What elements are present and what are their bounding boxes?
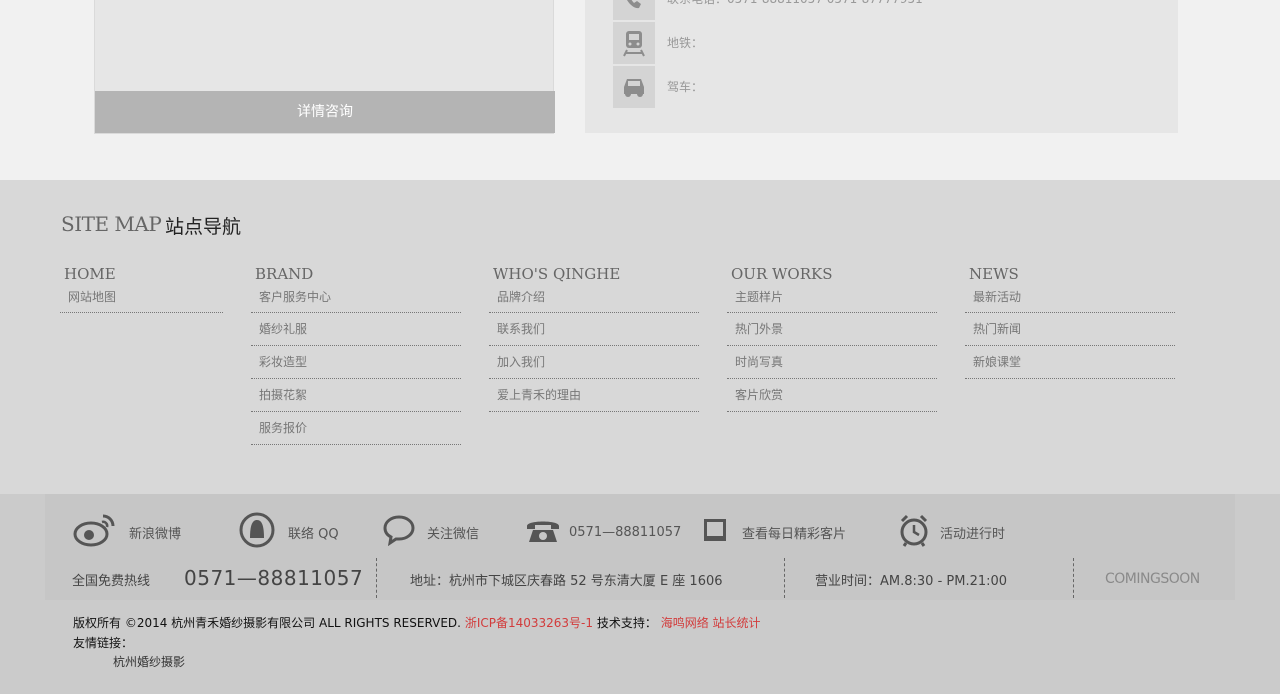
business-hours: 营业时间：AM.8:30 - PM.21:00 [815, 574, 1008, 589]
contact-car-label: 驾车： [667, 80, 704, 94]
friend-link[interactable]: 杭州婚纱摄影 [113, 653, 185, 670]
weibo-label: 新浪微博 [129, 526, 182, 542]
sitemap-column-works: OUR WORKS 主题样片 热门外景 时尚写真 客片欣赏 [727, 264, 937, 412]
qq-icon [238, 512, 276, 552]
consult-panel: 详情咨询 [94, 0, 555, 134]
qq-label: 联络 QQ [288, 526, 339, 542]
address-text: 地址：杭州市下城区庆春路 52 号东清大厦 E 座 1606 [410, 574, 723, 589]
sitemap-link[interactable]: 最新活动 [965, 280, 1175, 313]
hotline-number: 0571—88811057 [184, 566, 364, 590]
divider [784, 558, 785, 598]
car-icon [613, 66, 655, 108]
sitemap-link[interactable]: 热门新闻 [965, 313, 1175, 346]
sitemap-column-about: WHO'S QINGHE 品牌介绍 联系我们 加入我们 爱上青禾的理由 [489, 264, 699, 412]
copyright-text: 版权所有 ©2014 杭州青禾婚纱摄影有限公司 ALL RIGHTS RESER… [73, 616, 461, 630]
sitemap-link[interactable]: 联系我们 [489, 313, 699, 346]
sitemap-link[interactable]: 加入我们 [489, 346, 699, 379]
weibo-link[interactable]: 新浪微博 [73, 512, 181, 552]
subway-icon [613, 22, 655, 64]
activity-label: 活动进行时 [940, 526, 1006, 542]
phone-icon [613, 0, 655, 20]
copyright-line: 版权所有 ©2014 杭州青禾婚纱摄影有限公司 ALL RIGHTS RESER… [73, 614, 761, 631]
alarm-clock-icon [898, 513, 930, 551]
contact-subway-row: 地铁： [613, 22, 1153, 64]
sitemap-link[interactable]: 拍摄花絮 [251, 379, 461, 412]
divider [376, 558, 377, 598]
coming-soon-text: COMINGSOON [1105, 571, 1200, 587]
photo-frame-icon [702, 517, 728, 547]
sitemap-section: SITE MAP 站点导航 HOME 网站地图 BRAND 客户服务中心 婚纱礼… [0, 180, 1280, 494]
sitemap-title-cn: 站点导航 [165, 216, 242, 238]
telephone-icon [525, 516, 561, 548]
tech-support-links[interactable]: 海鸣网络 站长统计 [661, 616, 761, 630]
footer-section: 新浪微博 联络 QQ 关注微信 0571—88811057 查看每日精彩客片 活… [0, 494, 1280, 694]
divider [1073, 558, 1074, 598]
top-section: 详情咨询 联系电话：0571-88811057 0571-87777951 地铁… [0, 0, 1280, 180]
contact-car-row: 驾车： [613, 66, 1153, 108]
contact-subway-label: 地铁： [667, 36, 704, 50]
wechat-icon [383, 514, 415, 550]
sitemap-link[interactable]: 时尚写真 [727, 346, 937, 379]
icp-link[interactable]: 浙ICP备14033263号-1 [465, 616, 593, 630]
sitemap-link[interactable]: 彩妆造型 [251, 346, 461, 379]
phone-label: 0571—88811057 [569, 524, 682, 540]
sitemap-link[interactable]: 服务报价 [251, 412, 461, 445]
sitemap-title-en: SITE MAP [61, 212, 162, 236]
sitemap-link[interactable]: 客户服务中心 [251, 280, 461, 313]
wechat-link[interactable]: 关注微信 [383, 512, 479, 552]
contact-phone-row: 联系电话：0571-88811057 0571-87777951 [613, 0, 1153, 20]
sitemap-link[interactable]: 主题样片 [727, 280, 937, 313]
contact-phone-text: 联系电话：0571-88811057 0571-87777951 [667, 0, 923, 20]
sitemap-link[interactable]: 品牌介绍 [489, 280, 699, 313]
phone-link[interactable]: 0571—88811057 [525, 512, 681, 552]
activity-link[interactable]: 活动进行时 [898, 512, 1005, 552]
tech-support-label: 技术支持： [596, 616, 657, 630]
sitemap-link[interactable]: 新娘课堂 [965, 346, 1175, 379]
sitemap-link[interactable]: 婚纱礼服 [251, 313, 461, 346]
sitemap-column-news: NEWS 最新活动 热门新闻 新娘课堂 [965, 264, 1175, 379]
sitemap-link[interactable]: 爱上青禾的理由 [489, 379, 699, 412]
sitemap-column-home: HOME 网站地图 [60, 264, 223, 313]
sitemap-link[interactable]: 热门外景 [727, 313, 937, 346]
contact-panel: 联系电话：0571-88811057 0571-87777951 地铁： 驾车： [585, 0, 1178, 133]
wechat-label: 关注微信 [427, 526, 480, 542]
friend-links-label: 友情链接： [73, 636, 134, 650]
sitemap-link[interactable]: 客片欣赏 [727, 379, 937, 412]
weibo-icon [73, 512, 117, 552]
sitemap-column-brand: BRAND 客户服务中心 婚纱礼服 彩妆造型 拍摄花絮 服务报价 [251, 264, 461, 445]
qq-link[interactable]: 联络 QQ [238, 512, 339, 552]
hotline-label: 全国免费热线 [72, 574, 151, 589]
sitemap-link[interactable]: 网站地图 [60, 280, 223, 313]
daily-photos-label: 查看每日精彩客片 [742, 526, 847, 542]
consult-button[interactable]: 详情咨询 [95, 91, 555, 133]
daily-photos-link[interactable]: 查看每日精彩客片 [702, 512, 846, 552]
